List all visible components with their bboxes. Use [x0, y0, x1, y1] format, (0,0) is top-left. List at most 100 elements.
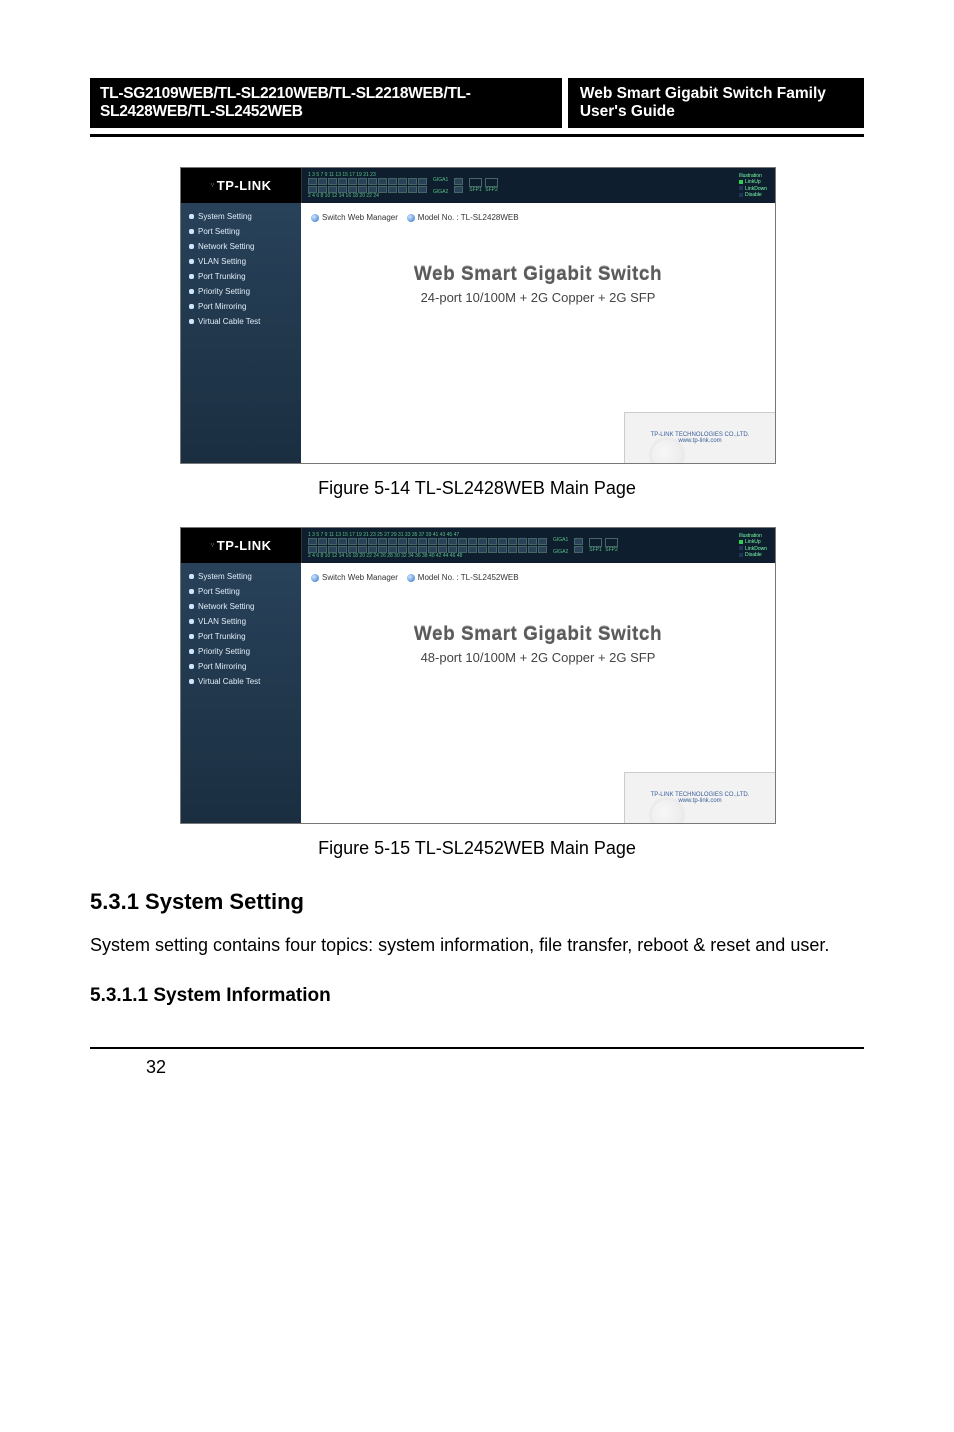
port-led [458, 538, 467, 545]
webui-topbar: ∵ TP-LINK 1 3 5 7 9 11 13 15 17 19 21 23… [181, 168, 775, 203]
giga-labels: GIGA1 GIGA2 [433, 177, 448, 195]
port-led [398, 178, 407, 185]
port-led [368, 186, 377, 193]
sfp2-label: SFP2 [485, 187, 498, 193]
port-led [358, 178, 367, 185]
port-labels-bot: 2 4 6 8 10 12 14 16 18 20 22 24 [308, 193, 427, 199]
port-led [508, 538, 517, 545]
crumb-manager: Switch Web Manager [322, 213, 398, 222]
sidebar-item[interactable]: Network Setting [181, 239, 301, 254]
figure-5-15-caption: Figure 5-15 TL-SL2452WEB Main Page [90, 838, 864, 859]
section-paragraph: System setting contains four topics: sys… [90, 927, 864, 963]
port-grid [308, 178, 427, 193]
figure-5-15: ∵ TP-LINK 1 3 5 7 9 11 13 15 17 19 21 23… [180, 527, 774, 824]
bullet-icon [189, 619, 194, 624]
port-led [318, 538, 327, 545]
sidebar-item[interactable]: Port Mirroring [181, 659, 301, 674]
port-led [528, 546, 537, 553]
bullet-icon [189, 574, 194, 579]
hero-subtitle: 48-port 10/100M + 2G Copper + 2G SFP [311, 650, 765, 665]
sidebar-item[interactable]: System Setting [181, 209, 301, 224]
sfp-slot [605, 538, 618, 547]
webui-body: System SettingPort SettingNetwork Settin… [181, 563, 775, 823]
breadcrumb: Switch Web Manager Model No. : TL-SL2428… [311, 213, 765, 222]
port-led [508, 546, 517, 553]
port-led [388, 178, 397, 185]
port-led [538, 546, 547, 553]
port-led [418, 538, 427, 545]
webui-screenshot-2: ∵ TP-LINK 1 3 5 7 9 11 13 15 17 19 21 23… [180, 527, 776, 824]
header-guide-title: Web Smart Gigabit Switch Family User's G… [568, 78, 864, 128]
sidebar-item[interactable]: Priority Setting [181, 284, 301, 299]
port-led [338, 538, 347, 545]
led-disable-icon [739, 193, 743, 197]
globe-icon [407, 574, 415, 582]
sidebar-item[interactable]: System Setting [181, 569, 301, 584]
port-group-48: 1 3 5 7 9 11 13 15 17 19 21 23 25 27 29 … [308, 532, 547, 559]
port-row-bot [308, 546, 547, 553]
port-led [308, 186, 317, 193]
bullet-icon [189, 589, 194, 594]
bullet-icon [189, 679, 194, 684]
sidebar-item-label: System Setting [198, 212, 252, 221]
sidebar-item[interactable]: Port Mirroring [181, 299, 301, 314]
led-up-icon [739, 180, 743, 184]
sidebar-item[interactable]: VLAN Setting [181, 614, 301, 629]
led-up-icon [739, 540, 743, 544]
bullet-icon [189, 319, 194, 324]
giga2-label: GIGA2 [553, 549, 568, 555]
sidebar-item[interactable]: Port Setting [181, 584, 301, 599]
illus-disable: Disable [745, 552, 762, 558]
sidebar-item[interactable]: Virtual Cable Test [181, 314, 301, 329]
port-led [368, 538, 377, 545]
illus-linkup: LinkUp [745, 539, 761, 545]
port-led [448, 538, 457, 545]
webui-footer: TP-LINK TECHNOLOGIES CO.,LTD. www.tp-lin… [624, 412, 775, 463]
footer-rule [90, 1047, 864, 1049]
port-row-top [308, 178, 427, 185]
port-led [348, 538, 357, 545]
doc-header: TL-SG2109WEB/TL-SL2210WEB/TL-SL2218WEB/T… [90, 78, 864, 128]
giga-ports [574, 538, 583, 553]
bullet-icon [189, 649, 194, 654]
sfp-slot [469, 178, 482, 187]
sidebar-item[interactable]: Network Setting [181, 599, 301, 614]
port-led [358, 546, 367, 553]
bullet-icon [189, 244, 194, 249]
port-led [428, 546, 437, 553]
sidebar-item[interactable]: Priority Setting [181, 644, 301, 659]
port-labels-top: 1 3 5 7 9 11 13 15 17 19 21 23 [308, 172, 427, 178]
port-led [368, 178, 377, 185]
logo-text: TP-LINK [217, 538, 272, 553]
sidebar-item-label: Port Trunking [198, 272, 246, 281]
port-led [378, 546, 387, 553]
subsection-heading-5-3-1-1: 5.3.1.1 System Information [90, 985, 864, 1007]
sidebar-item[interactable]: Port Trunking [181, 269, 301, 284]
port-led [408, 546, 417, 553]
illustration-legend: Illustration LinkUp LinkDown Disable [739, 173, 769, 199]
illus-linkdown: LinkDown [745, 186, 767, 192]
port-led [538, 538, 547, 545]
port-led [328, 178, 337, 185]
port-led [408, 186, 417, 193]
port-led [428, 538, 437, 545]
port-row-top [308, 538, 547, 545]
sidebar-item[interactable]: Port Setting [181, 224, 301, 239]
bullet-icon [189, 289, 194, 294]
sidebar-item[interactable]: Port Trunking [181, 629, 301, 644]
footer-url: www.tp-link.com [651, 798, 750, 804]
sidebar-item[interactable]: Virtual Cable Test [181, 674, 301, 689]
sidebar-item[interactable]: VLAN Setting [181, 254, 301, 269]
port-led [358, 538, 367, 545]
crumb-manager: Switch Web Manager [322, 573, 398, 582]
port-led [398, 546, 407, 553]
hero-title: Web Smart Gigabit Switch [311, 264, 765, 286]
sidebar-item-label: VLAN Setting [198, 617, 246, 626]
port-led [478, 546, 487, 553]
crumb-model: Model No. : TL-SL2428WEB [418, 213, 519, 222]
port-led [318, 546, 327, 553]
port-led [398, 186, 407, 193]
port-led [378, 178, 387, 185]
sfp2-label: SFP2 [605, 547, 618, 553]
illustration-legend: Illustration LinkUp LinkDown Disable [739, 533, 769, 559]
